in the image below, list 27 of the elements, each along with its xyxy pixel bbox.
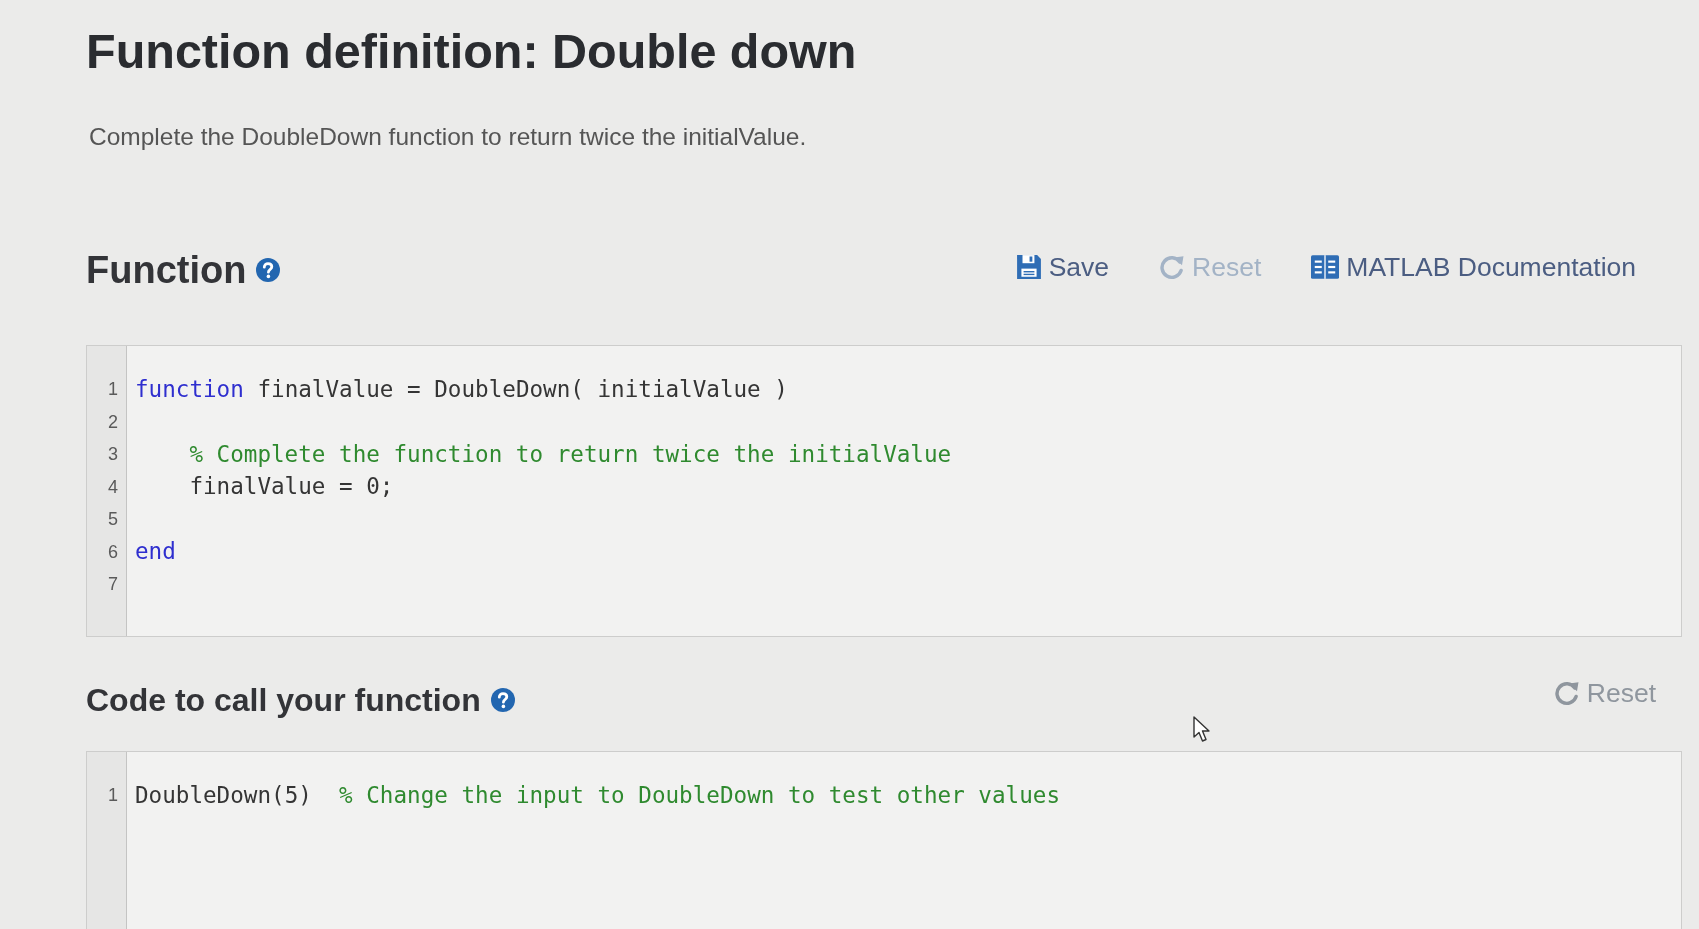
page-title: Function definition: Double down (86, 23, 857, 80)
help-icon (490, 688, 515, 712)
code-editor[interactable]: 1 DoubleDown(5) % Change the input to DoubleDown to test other values (86, 751, 1682, 929)
line-number: 7 (108, 574, 118, 595)
code-line: end (135, 538, 176, 566)
line-number: 6 (108, 541, 118, 562)
line-number: 4 (108, 476, 118, 497)
save-button[interactable]: Save (1015, 251, 1110, 283)
line-number: 3 (108, 444, 118, 465)
mouse-pointer-icon (1193, 716, 1211, 743)
code-editor[interactable]: 1 2 3 4 5 6 7 function finalValue = DoubleDown( initialValue ) % Complete the function to return twice the initialValue finalValue = 0; end (86, 345, 1682, 637)
circular-arrow-icon (1553, 680, 1580, 706)
help-icon (256, 258, 281, 282)
line-number: 2 (108, 411, 118, 432)
line-number: 1 (108, 379, 118, 400)
circular-arrow-icon (1159, 254, 1186, 280)
code-line: function finalValue = DoubleDown( initialValue ) (135, 375, 788, 403)
section-heading: Code to call your function (86, 681, 481, 720)
documentation-link[interactable]: MATLAB Documentation (1311, 251, 1636, 283)
book-icon (1311, 254, 1340, 280)
code-line: finalValue = 0; (189, 473, 394, 501)
code-line: % Complete the function to return twice the initialValue (189, 440, 952, 468)
line-number: 1 (108, 785, 118, 806)
code-line: DoubleDown(5) % Change the input to DoubleDown to test other values (135, 781, 1060, 809)
section-heading: Function (86, 248, 247, 293)
task-description: Complete the DoubleDown function to return twice the initialValue. (89, 122, 807, 152)
line-number: 5 (108, 509, 118, 530)
